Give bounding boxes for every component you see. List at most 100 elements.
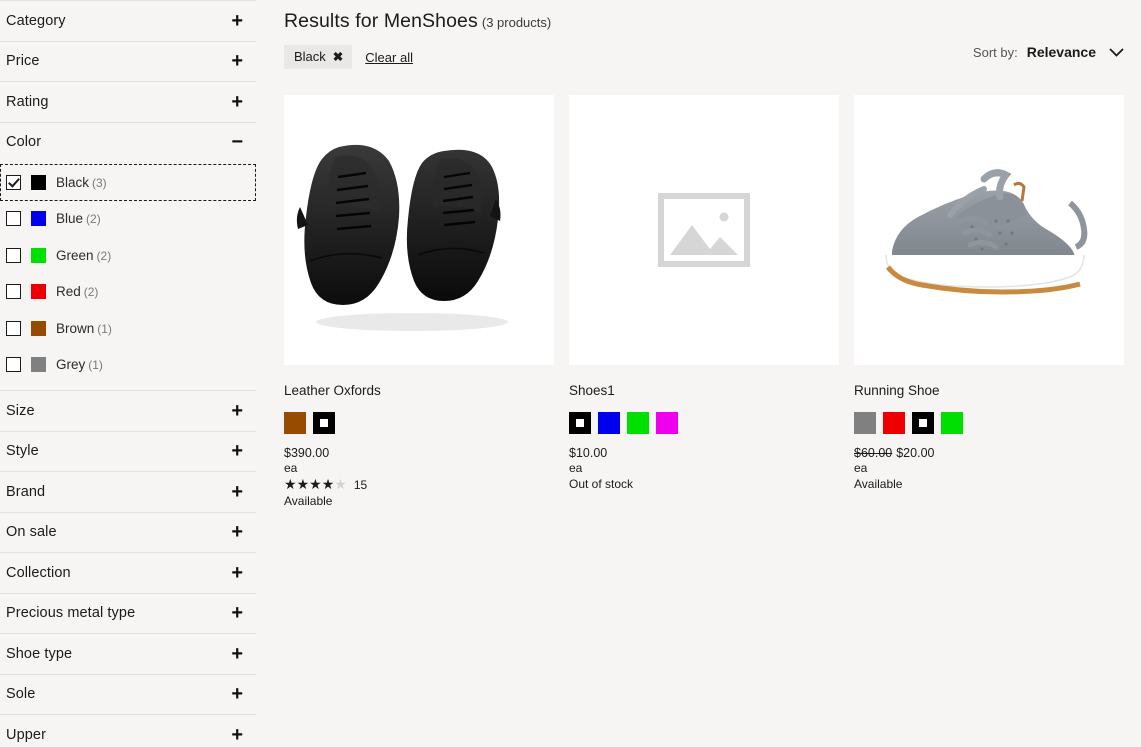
color-swatch-blue: [31, 211, 46, 226]
plus-icon[interactable]: +: [231, 563, 243, 583]
facet-toggle-sole[interactable]: Sole +: [0, 675, 256, 715]
product-swatch-selected[interactable]: [569, 412, 591, 434]
product-image[interactable]: [854, 95, 1124, 365]
color-option-black[interactable]: Black(3): [0, 164, 256, 201]
plus-icon[interactable]: +: [231, 684, 243, 704]
product-card[interactable]: Shoes1$10.00eaOut of stock: [569, 95, 839, 508]
facet-toggle-color[interactable]: Color −: [0, 123, 256, 163]
results-title-text: Results for MenShoes: [284, 10, 478, 32]
facet-title: Upper: [6, 727, 46, 743]
sort-by-value: Relevance: [1027, 44, 1096, 60]
product-swatch[interactable]: [627, 412, 649, 434]
color-option-red[interactable]: Red(2): [0, 274, 256, 311]
color-option-label: Green(2): [56, 248, 111, 263]
star-filled-icon: ★: [322, 477, 335, 492]
product-price: $10.00: [569, 446, 839, 460]
product-card[interactable]: Leather Oxfords$390.00ea★★★★★15Available: [284, 95, 554, 508]
chevron-down-icon[interactable]: [1105, 48, 1127, 57]
color-option-count: (2): [84, 285, 99, 299]
checkbox-red[interactable]: [6, 284, 21, 299]
product-grid: Leather Oxfords$390.00ea★★★★★15Available…: [284, 95, 1127, 508]
color-option-label: Brown(1): [56, 321, 112, 336]
facet-toggle-shoe-type[interactable]: Shoe type +: [0, 634, 256, 674]
plus-icon[interactable]: +: [231, 603, 243, 623]
product-rating[interactable]: ★★★★★15: [284, 477, 554, 492]
plus-icon[interactable]: +: [231, 401, 243, 421]
minus-icon[interactable]: −: [231, 132, 243, 152]
color-swatch-brown: [31, 321, 46, 336]
checkbox-brown[interactable]: [6, 321, 21, 336]
facet-upper: Upper +: [0, 715, 256, 747]
facet-rating: Rating+: [0, 82, 256, 123]
close-icon[interactable]: ✖: [333, 49, 343, 64]
product-name[interactable]: Leather Oxfords: [284, 383, 554, 398]
product-swatch[interactable]: [284, 412, 306, 434]
facet-title: Sole: [6, 686, 35, 702]
active-filter-chip-black[interactable]: Black ✖: [284, 45, 352, 69]
clear-all-link[interactable]: Clear all: [365, 50, 413, 65]
plus-icon[interactable]: +: [231, 522, 243, 542]
plus-icon[interactable]: +: [231, 11, 243, 31]
product-swatch-selected[interactable]: [912, 412, 934, 434]
product-image[interactable]: [284, 95, 554, 365]
facet-title: Category: [6, 13, 66, 29]
plus-icon[interactable]: +: [231, 482, 243, 502]
color-option-blue[interactable]: Blue(2): [0, 201, 256, 238]
facet-title: Size: [6, 403, 35, 419]
facet-title: Shoe type: [6, 646, 72, 662]
product-color-swatches: [284, 412, 554, 434]
facet-toggle-style[interactable]: Style+: [0, 432, 256, 472]
color-option-brown[interactable]: Brown(1): [0, 310, 256, 347]
facet-toggle-collection[interactable]: Collection+: [0, 553, 256, 593]
product-swatch[interactable]: [656, 412, 678, 434]
product-image[interactable]: [569, 95, 839, 365]
facet-category: Category +: [0, 1, 256, 42]
facet-precious-metal-type: Precious metal type +: [0, 594, 256, 635]
chip-label: Black: [294, 49, 326, 64]
facet-toggle-on-sale[interactable]: On sale +: [0, 513, 256, 553]
facet-toggle-brand[interactable]: Brand+: [0, 472, 256, 512]
plus-icon[interactable]: +: [231, 644, 243, 664]
product-swatch[interactable]: [883, 412, 905, 434]
product-name[interactable]: Running Shoe: [854, 383, 1124, 398]
color-option-green[interactable]: Green(2): [0, 237, 256, 274]
facet-toggle-size[interactable]: Size +: [0, 391, 256, 431]
facet-title: Color: [6, 134, 41, 150]
color-option-grey[interactable]: Grey(1): [0, 347, 256, 384]
checkbox-black[interactable]: [6, 175, 21, 190]
facet-color: Color − Black(3) Blue(2) Green(2) Red(2) Brown…: [0, 123, 256, 392]
color-option-label: Blue(2): [56, 211, 101, 226]
product-card[interactable]: Running Shoe$60.00$20.00eaAvailable: [854, 95, 1124, 508]
plus-icon[interactable]: +: [231, 51, 243, 71]
product-uom: ea: [569, 461, 839, 475]
checkbox-grey[interactable]: [6, 357, 21, 372]
plus-icon[interactable]: +: [231, 725, 243, 745]
facet-brand: Brand+: [0, 472, 256, 513]
facet-collection: Collection+: [0, 553, 256, 594]
product-name[interactable]: Shoes1: [569, 383, 839, 398]
facet-toggle-price[interactable]: Price +: [0, 42, 256, 82]
facet-sole: Sole +: [0, 675, 256, 716]
product-swatch[interactable]: [854, 412, 876, 434]
plus-icon[interactable]: +: [231, 92, 243, 112]
facet-shoe-type: Shoe type +: [0, 634, 256, 675]
facet-toggle-category[interactable]: Category +: [0, 1, 256, 41]
color-option-label: Red(2): [56, 284, 98, 299]
color-swatch-red: [31, 284, 46, 299]
facet-title: Precious metal type: [6, 605, 135, 621]
color-option-list: Black(3) Blue(2) Green(2) Red(2) Brown(1) Gre…: [0, 162, 256, 390]
checkbox-green[interactable]: [6, 248, 21, 263]
facet-title: Price: [6, 53, 40, 69]
product-swatch[interactable]: [598, 412, 620, 434]
facet-title: On sale: [6, 524, 57, 540]
facet-toggle-upper[interactable]: Upper +: [0, 715, 256, 747]
sort-by-dropdown[interactable]: Sort by: Relevance: [973, 44, 1127, 60]
facet-toggle-precious-metal-type[interactable]: Precious metal type +: [0, 594, 256, 634]
product-swatch[interactable]: [941, 412, 963, 434]
facet-toggle-rating[interactable]: Rating+: [0, 82, 256, 122]
plus-icon[interactable]: +: [231, 441, 243, 461]
oxford-shoes-image: [294, 115, 544, 345]
product-swatch-selected[interactable]: [313, 412, 335, 434]
checkbox-blue[interactable]: [6, 211, 21, 226]
swatch-selected-indicator: [919, 419, 927, 427]
